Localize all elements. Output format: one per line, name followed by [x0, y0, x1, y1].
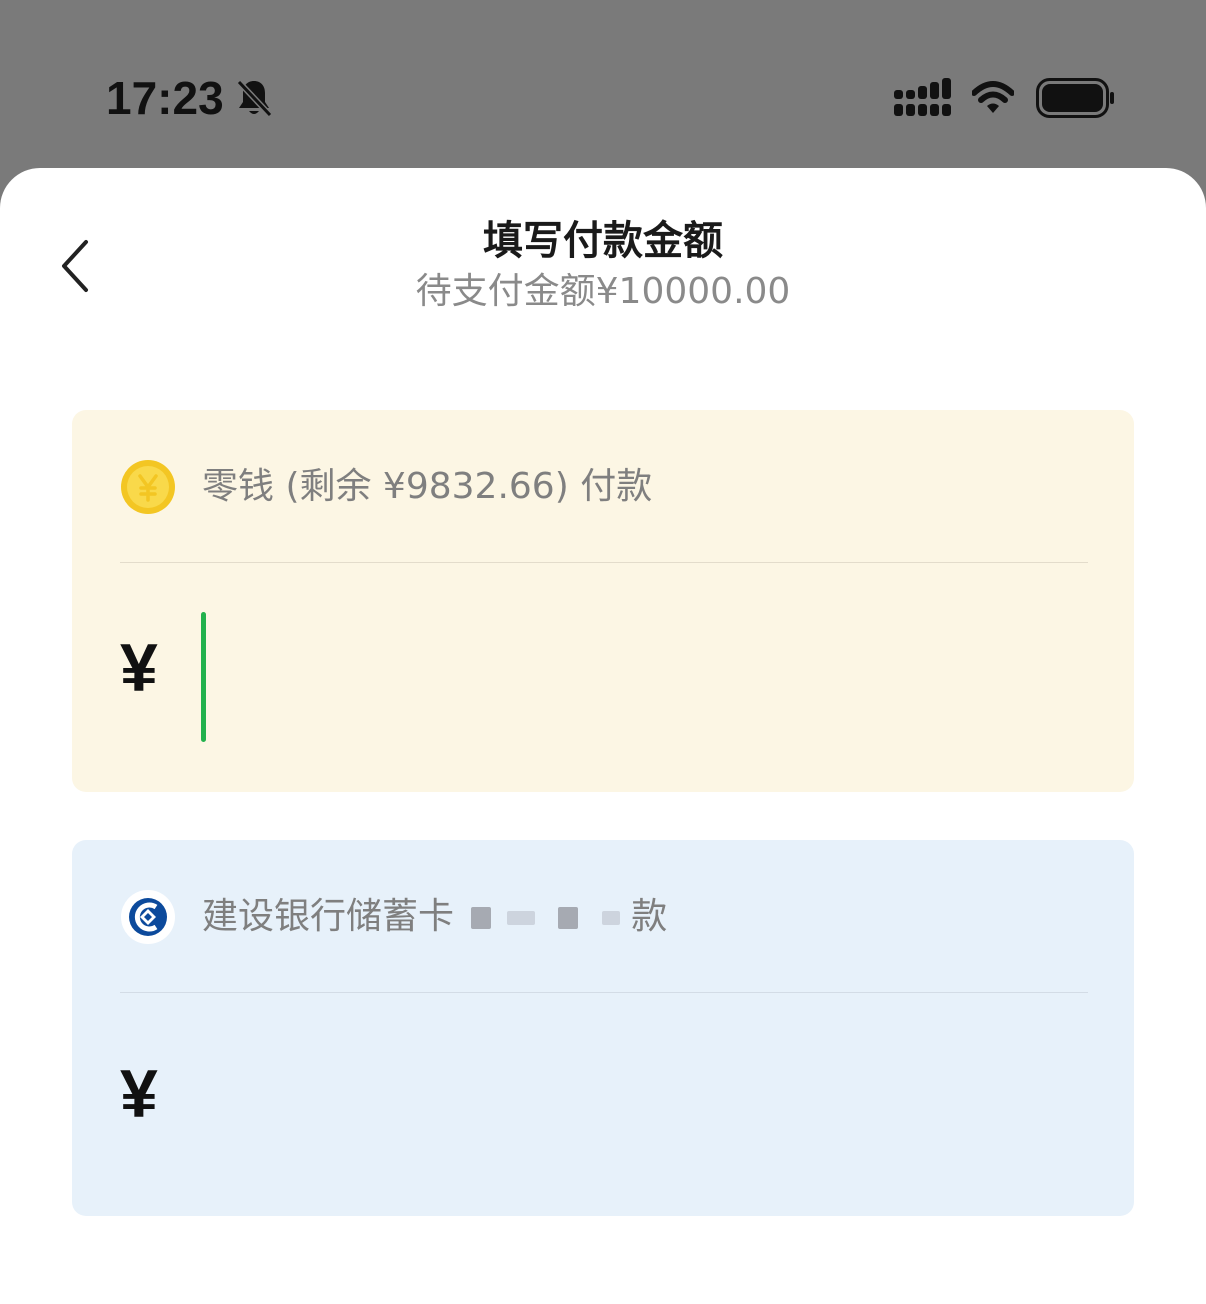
wallet-amount-input[interactable]: [204, 633, 1064, 703]
bank-label: 建设银行储蓄卡 款: [202, 893, 667, 941]
bell-muted-icon: [236, 79, 272, 118]
bank-currency-symbol: ¥: [120, 1056, 158, 1132]
bank-amount-input[interactable]: [204, 1059, 1064, 1129]
wallet-amount-row: ¥: [120, 628, 1064, 708]
wallet-payment-card: 零钱 (剩余 ¥9832.66) 付款 ¥: [72, 410, 1134, 792]
bank-label-prefix: 建设银行储蓄卡: [202, 896, 455, 937]
signal-icon: [894, 78, 951, 116]
wallet-label: 零钱 (剩余 ¥9832.66) 付款: [202, 466, 653, 507]
wallet-divider: [120, 562, 1088, 563]
coin-icon: [121, 460, 175, 514]
status-icons: [894, 78, 1116, 118]
bank-payment-card: 建设银行储蓄卡 款 ¥: [72, 840, 1134, 1216]
wallet-header: 零钱 (剩余 ¥9832.66) 付款: [120, 458, 652, 516]
battery-icon: [1036, 78, 1114, 118]
redacted-card-number: [465, 896, 631, 937]
bank-label-suffix: 款: [631, 896, 668, 937]
bank-amount-row: ¥: [120, 1054, 1064, 1134]
status-time: 17:23: [106, 72, 224, 124]
bank-divider: [120, 992, 1088, 993]
status-bar: 17:23: [0, 0, 1206, 170]
wallet-currency-symbol: ¥: [120, 630, 158, 706]
ccb-bank-icon: [121, 890, 175, 944]
page-title: 填写付款金额: [483, 218, 723, 264]
status-time-group: 17:23: [106, 70, 274, 126]
text-caret: [201, 612, 206, 742]
wifi-icon: [972, 81, 1014, 113]
pending-amount: 待支付金额¥10000.00: [415, 271, 791, 312]
payment-sheet: 填写付款金额 待支付金额¥10000.00 零钱 (剩余 ¥9832.66) 付…: [0, 168, 1206, 1304]
bank-header: 建设银行储蓄卡 款: [120, 888, 667, 946]
